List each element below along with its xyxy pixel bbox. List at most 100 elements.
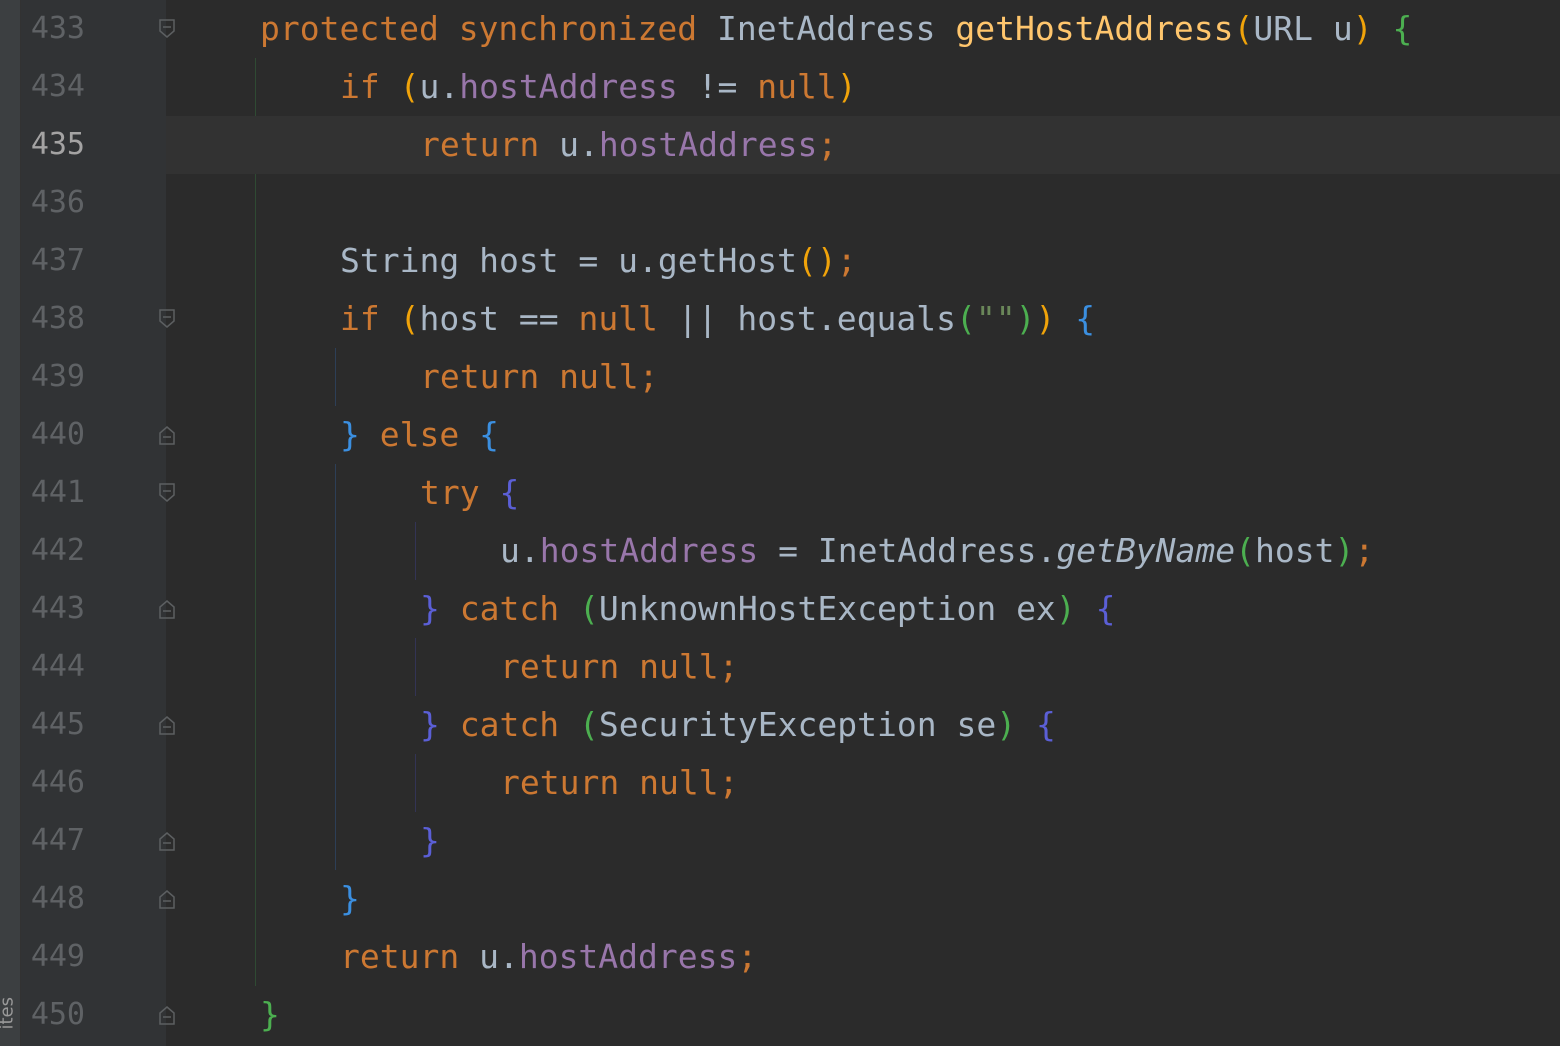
brace-token: } (340, 879, 360, 918)
code-text[interactable]: return null; (500, 647, 738, 687)
code-text[interactable]: } catch (UnknownHostException ex) { (420, 589, 1115, 629)
code-text[interactable]: u.hostAddress = InetAddress.getByName(ho… (500, 531, 1374, 571)
brace-token: } (420, 705, 440, 744)
keyword-token: synchronized (459, 9, 697, 48)
paren-token: ) (837, 67, 857, 106)
line-number: 448 (21, 881, 85, 917)
code-line[interactable]: 433 protected synchronized InetAddress g… (0, 0, 1560, 58)
identifier-token: host == (420, 299, 579, 338)
identifier-token: u. (420, 67, 460, 106)
code-line[interactable]: 439 return null; (0, 348, 1560, 406)
identifier-token: host (1255, 531, 1334, 570)
paren-token: ) (1016, 299, 1036, 338)
space (1076, 589, 1096, 628)
semicolon-token: ; (639, 357, 659, 396)
code-line[interactable]: 437 String host = u.getHost(); (0, 232, 1560, 290)
paren-token: ( (956, 299, 976, 338)
type-token: InetAddress (697, 9, 955, 48)
code-line[interactable]: 448 } (0, 870, 1560, 928)
identifier-token: UnknownHostException ex (599, 589, 1056, 628)
brace-token: } (420, 821, 440, 860)
code-line[interactable]: 445 } catch (SecurityException se) { (0, 696, 1560, 754)
fold-open-icon[interactable] (158, 309, 176, 329)
fold-open-icon[interactable] (158, 483, 176, 503)
line-number: 446 (21, 765, 85, 801)
space (1016, 705, 1036, 744)
code-line[interactable]: 438 if (host == null || host.equals(""))… (0, 290, 1560, 348)
code-text[interactable]: return u.hostAddress; (340, 937, 757, 977)
line-number: 435 (21, 127, 85, 163)
keyword-token: try (420, 473, 480, 512)
fold-end-icon[interactable] (158, 425, 176, 445)
field-token: hostAddress (459, 67, 678, 106)
code-line[interactable]: 447 } (0, 812, 1560, 870)
keyword-token: null (639, 647, 718, 686)
keyword-token: catch (460, 589, 559, 628)
code-text[interactable]: try { (420, 473, 519, 513)
code-text[interactable]: protected synchronized InetAddress getHo… (260, 9, 1412, 49)
code-line[interactable]: 441 try { (0, 464, 1560, 522)
semicolon-token: ; (817, 125, 837, 164)
code-text[interactable]: } catch (SecurityException se) { (420, 705, 1056, 745)
code-text[interactable]: String host = u.getHost(); (340, 241, 857, 281)
code-line[interactable]: 442 u.hostAddress = InetAddress.getByNam… (0, 522, 1560, 580)
code-text[interactable]: } (260, 995, 280, 1035)
code-text[interactable]: } (340, 879, 360, 919)
space (480, 473, 500, 512)
line-number: 433 (21, 11, 85, 47)
code-text[interactable]: return null; (500, 763, 738, 803)
paren-token: ) (1334, 531, 1354, 570)
code-line[interactable]: 450 } (0, 986, 1560, 1044)
space (459, 415, 479, 454)
fold-end-icon[interactable] (158, 599, 176, 619)
line-number: 443 (21, 591, 85, 627)
line-number: 436 (21, 185, 85, 221)
code-editor[interactable]: ites 433 protected synchronized InetAddr… (0, 0, 1560, 1046)
code-line[interactable]: 446 return null; (0, 754, 1560, 812)
code-text[interactable]: return null; (420, 357, 658, 397)
space (439, 9, 459, 48)
fold-end-icon[interactable] (158, 889, 176, 909)
brace-token: } (260, 995, 280, 1034)
string-token: "" (976, 299, 1016, 338)
code-line[interactable]: 444 return null; (0, 638, 1560, 696)
code-text[interactable]: } (420, 821, 440, 861)
code-line-current[interactable]: 435 return u.hostAddress; (0, 116, 1560, 174)
line-number: 441 (21, 475, 85, 511)
field-token: hostAddress (519, 937, 738, 976)
brace-token: { (1075, 299, 1095, 338)
operator-token: != (678, 67, 757, 106)
fold-open-icon[interactable] (158, 19, 176, 39)
brace-token: } (420, 589, 440, 628)
fold-end-icon[interactable] (158, 715, 176, 735)
code-line[interactable]: 440 } else { (0, 406, 1560, 464)
space (1373, 9, 1393, 48)
code-line[interactable]: 449 return u.hostAddress; (0, 928, 1560, 986)
keyword-token: return (500, 647, 619, 686)
keyword-token: if (340, 299, 380, 338)
keyword-token: return (420, 125, 539, 164)
code-text[interactable]: } else { (340, 415, 499, 455)
space (380, 299, 400, 338)
paren-token: ( (1235, 531, 1255, 570)
keyword-token: null (559, 357, 638, 396)
fold-end-icon[interactable] (158, 831, 176, 851)
semicolon-token: ; (837, 241, 857, 280)
space (619, 763, 639, 802)
code-line[interactable]: 434 if (u.hostAddress != null) (0, 58, 1560, 116)
code-text[interactable]: if (u.hostAddress != null) (340, 67, 857, 107)
code-line[interactable]: 443 } catch (UnknownHostException ex) { (0, 580, 1560, 638)
code-text[interactable]: if (host == null || host.equals("")) { (340, 299, 1095, 339)
code-line[interactable]: 436 (0, 174, 1560, 232)
fold-end-icon[interactable] (158, 1005, 176, 1025)
space (440, 705, 460, 744)
brace-token: { (1036, 705, 1056, 744)
space (539, 357, 559, 396)
line-number: 450 (21, 997, 85, 1033)
code-text[interactable]: return u.hostAddress; (420, 125, 837, 165)
identifier-token: String host = u.getHost (340, 241, 797, 280)
keyword-token: return (500, 763, 619, 802)
space (1055, 299, 1075, 338)
identifier-token: SecurityException se (599, 705, 996, 744)
line-number: 437 (21, 243, 85, 279)
